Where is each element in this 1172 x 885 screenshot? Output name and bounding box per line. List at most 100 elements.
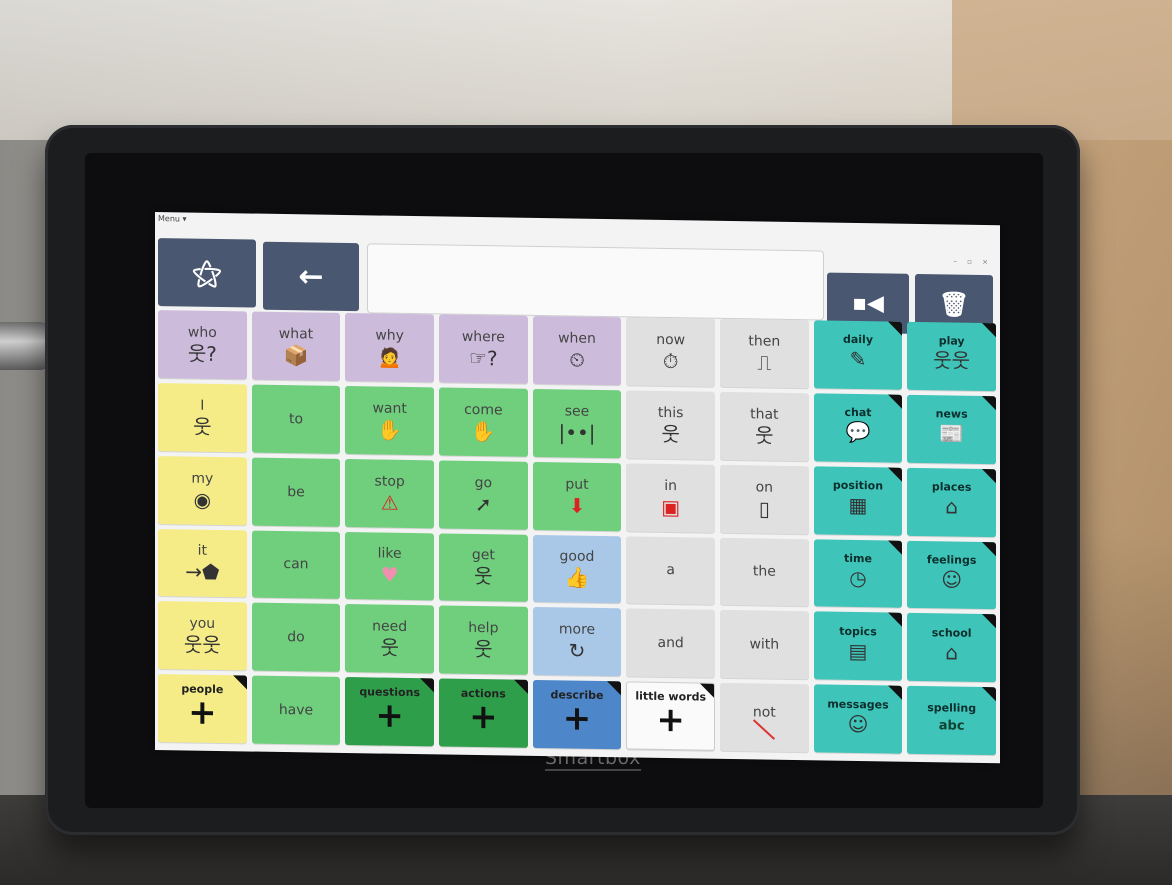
magic-wand-button[interactable]: ⚝ (158, 238, 256, 308)
vocabulary-grid: who 웃? what 📦 why 🙍 where ☞? when ⏲ now ⏱ then… (158, 310, 996, 756)
folder-school[interactable]: school ⌂ (907, 613, 996, 683)
cell-what[interactable]: what 📦 (251, 311, 341, 381)
folder-places[interactable]: places ⌂ (907, 467, 996, 537)
cell-come[interactable]: come ✋ (438, 387, 528, 457)
folder-news[interactable]: news 📰 (907, 394, 996, 464)
folder-chat[interactable]: chat 💬 (813, 393, 903, 463)
cell-with[interactable]: with (719, 610, 809, 680)
cell-label: help (468, 620, 499, 637)
cell-like[interactable]: like ♥ (345, 531, 434, 601)
cell-label: in (664, 477, 678, 494)
cell-not[interactable]: not (719, 683, 809, 753)
play-icon: 웃웃 (933, 348, 971, 374)
shrug-icon: 🙍 (377, 344, 403, 369)
plus-icon: + (375, 695, 404, 736)
plus-icon: + (188, 692, 217, 733)
cell-label: stop (374, 473, 405, 490)
cell-why[interactable]: why 🙍 (345, 312, 434, 383)
folder-daily[interactable]: daily ✎ (813, 320, 903, 390)
cell-my[interactable]: my ◉ (158, 455, 247, 525)
folder-people[interactable]: people + (158, 674, 247, 744)
folder-little-words[interactable]: little words + (626, 681, 715, 751)
cell-see[interactable]: see |••| (532, 388, 622, 458)
folder-describe[interactable]: describe + (532, 680, 622, 750)
cell-label: good (559, 548, 595, 566)
cell-label: on (755, 479, 774, 496)
cell-good[interactable]: good 👍 (532, 534, 622, 604)
cell-the[interactable]: the (719, 537, 809, 607)
more-icon: ↻ (568, 638, 586, 663)
cell-label: what (278, 325, 314, 343)
folder-messages[interactable]: messages ☺ (813, 684, 903, 754)
cell-on[interactable]: on ▯ (719, 464, 809, 534)
folder-spelling[interactable]: spelling abc (907, 685, 996, 756)
cell-do[interactable]: do (251, 602, 341, 673)
folder-questions[interactable]: questions + (345, 677, 434, 747)
cell-go[interactable]: go ➚ (438, 460, 528, 530)
plus-icon: + (562, 697, 592, 739)
cell-more[interactable]: more ↻ (532, 607, 622, 677)
cell-i[interactable]: I웃 (158, 382, 247, 453)
cell-label: messages (827, 697, 889, 712)
thumbs-up-icon: 👍 (564, 565, 590, 591)
plus-icon: + (656, 699, 685, 740)
cell-put[interactable]: put ⬇ (532, 461, 622, 531)
window-controls[interactable]: – ▫ × (953, 258, 992, 267)
cell-have[interactable]: have (251, 675, 341, 745)
menu-button[interactable]: Menu ▾ (158, 214, 187, 223)
folder-topics[interactable]: topics ▤ (813, 611, 903, 681)
plus-icon: + (469, 696, 498, 737)
folder-position[interactable]: position ▦ (813, 466, 903, 536)
cell-be[interactable]: be (251, 457, 341, 527)
message-bar[interactable] (367, 243, 824, 321)
cell-it[interactable]: it →⬟ (158, 528, 247, 598)
aac-app-window: Menu ▾ – ▫ × ⚝ ← ▪◀ 🗑 who 웃? what 📦 why 🙍 w… (155, 212, 1000, 764)
box-question-icon: 📦 (283, 342, 309, 368)
cell-label: now (656, 331, 686, 349)
folder-play[interactable]: play 웃웃 (907, 321, 996, 392)
cell-this[interactable]: this 웃 (626, 390, 715, 460)
cell-label: where (461, 328, 505, 346)
cell-label: come (464, 401, 503, 419)
cell-can[interactable]: can (251, 530, 341, 600)
cell-stop[interactable]: stop ⚠ (345, 458, 434, 528)
folder-actions[interactable]: actions + (438, 678, 528, 748)
clock-question-icon: ⏲ (569, 347, 585, 372)
cell-where[interactable]: where ☞? (438, 314, 528, 384)
cell-label: time (844, 551, 872, 566)
back-button[interactable]: ← (263, 241, 359, 312)
house-icon: ⌂ (945, 494, 958, 519)
cell-that[interactable]: that 웃 (719, 391, 809, 461)
cell-now[interactable]: now ⏱ (626, 317, 715, 387)
in-box-icon: ▣ (661, 494, 681, 519)
folder-feelings[interactable]: feelings ☺ (907, 540, 996, 610)
cell-label: that (750, 406, 779, 423)
cell-who[interactable]: who 웃? (158, 310, 247, 380)
cell-label: more (558, 621, 596, 639)
cell-to[interactable]: to (251, 384, 341, 454)
cell-label: why (375, 327, 404, 344)
cell-get[interactable]: get 웃 (438, 532, 528, 603)
cell-label: topics (839, 624, 877, 639)
cell-then[interactable]: then ⎍ (719, 318, 809, 389)
cell-label: see (564, 403, 590, 420)
cell-want[interactable]: want ✋ (345, 385, 434, 456)
folder-time[interactable]: time ◷ (813, 538, 903, 609)
beckon-hand-icon: ✋ (470, 418, 496, 444)
newspaper-icon: 📰 (939, 421, 965, 446)
get-icon: 웃 (474, 564, 493, 589)
cell-label: to (288, 410, 304, 428)
daily-icon: ✎ (849, 347, 867, 372)
cell-you[interactable]: you 웃웃 (158, 601, 247, 671)
cell-label: play (938, 334, 965, 349)
cell-a[interactable]: a (626, 535, 715, 606)
cell-when[interactable]: when ⏲ (532, 315, 622, 386)
cell-help[interactable]: help 웃 (438, 605, 528, 676)
cell-and[interactable]: and (626, 608, 715, 678)
my-icon: ◉ (193, 487, 212, 512)
cell-need[interactable]: need 웃 (345, 604, 434, 674)
cell-label: do (287, 629, 305, 646)
position-icon: ▦ (848, 492, 868, 518)
cell-label: feelings (926, 553, 977, 567)
cell-in[interactable]: in ▣ (626, 463, 715, 533)
